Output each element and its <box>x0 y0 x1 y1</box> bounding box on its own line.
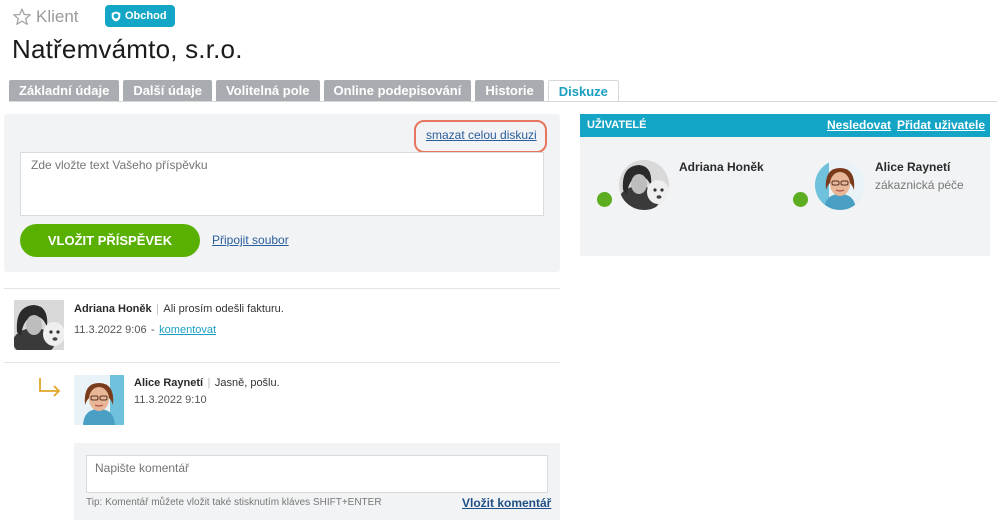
record-type-label: Klient <box>36 7 79 26</box>
page-title: Natřemvámto, s.r.o. <box>12 34 243 64</box>
meta-separator: - <box>151 324 155 336</box>
separator: | <box>207 377 211 389</box>
reply-arrow-icon <box>39 378 61 397</box>
post-input[interactable] <box>20 152 544 216</box>
reply-time: 11.3.2022 9:10 <box>134 394 207 406</box>
comment-link[interactable]: komentovat <box>159 324 216 336</box>
tabs-divider <box>9 101 997 102</box>
attach-file-link[interactable]: Připojit soubor <box>212 233 289 247</box>
comment-input[interactable] <box>86 455 548 493</box>
category-badge: Obchod <box>105 5 175 27</box>
add-user-link[interactable]: Přidat uživatele <box>897 118 985 132</box>
badge-label: Obchod <box>125 10 167 22</box>
feed-divider <box>4 362 560 363</box>
separator: | <box>156 303 159 315</box>
avatar[interactable] <box>815 160 865 210</box>
avatar <box>74 375 124 425</box>
tab-basic-info[interactable]: Základní údaje <box>9 80 120 101</box>
reply-header: Alice Raynetí | Jasně, pošlu. <box>134 373 280 391</box>
delete-discussion-link[interactable]: smazat celou diskuzi <box>426 128 537 142</box>
users-panel-title: UŽIVATELÉ <box>587 119 647 131</box>
post-meta: 11.3.2022 9:06 - komentovat <box>74 320 216 338</box>
tab-custom-fields[interactable]: Volitelná pole <box>215 80 320 101</box>
post-author: Adriana Honěk <box>74 303 152 315</box>
tab-discussion[interactable]: Diskuze <box>547 80 619 102</box>
reply-author: Alice Raynetí <box>134 377 204 389</box>
submit-comment-link[interactable]: Vložit komentář <box>462 496 551 510</box>
reply-text: Jasně, pošlu. <box>214 377 280 389</box>
star-icon[interactable] <box>12 7 32 27</box>
post-time: 11.3.2022 9:06 <box>74 324 147 336</box>
unfollow-link[interactable]: Nesledovat <box>827 118 891 132</box>
comment-tip: Tip: Komentář můžete vložit také stisknu… <box>86 497 382 508</box>
shield-icon <box>111 11 121 21</box>
tab-more-info[interactable]: Další údaje <box>123 80 212 101</box>
post-text: Ali prosím odešli fakturu. <box>163 303 284 315</box>
submit-post-button[interactable]: VLOŽIT PŘÍSPĚVEK <box>20 224 200 257</box>
online-status-dot <box>793 192 808 207</box>
avatar <box>14 300 64 350</box>
tab-bar: Základní údaje Další údaje Volitelná pol… <box>9 80 619 102</box>
tab-online-signing[interactable]: Online podepisování <box>323 80 472 101</box>
avatar[interactable] <box>619 160 669 210</box>
online-status-dot <box>597 192 612 207</box>
post-header: Adriana Honěk | Ali prosím odešli faktur… <box>74 299 284 317</box>
user-role: zákaznická péče <box>875 178 964 192</box>
user-name: Alice Raynetí <box>875 160 951 174</box>
user-name: Adriana Honěk <box>679 160 764 174</box>
feed-divider <box>4 288 560 289</box>
tab-history[interactable]: Historie <box>475 80 544 101</box>
